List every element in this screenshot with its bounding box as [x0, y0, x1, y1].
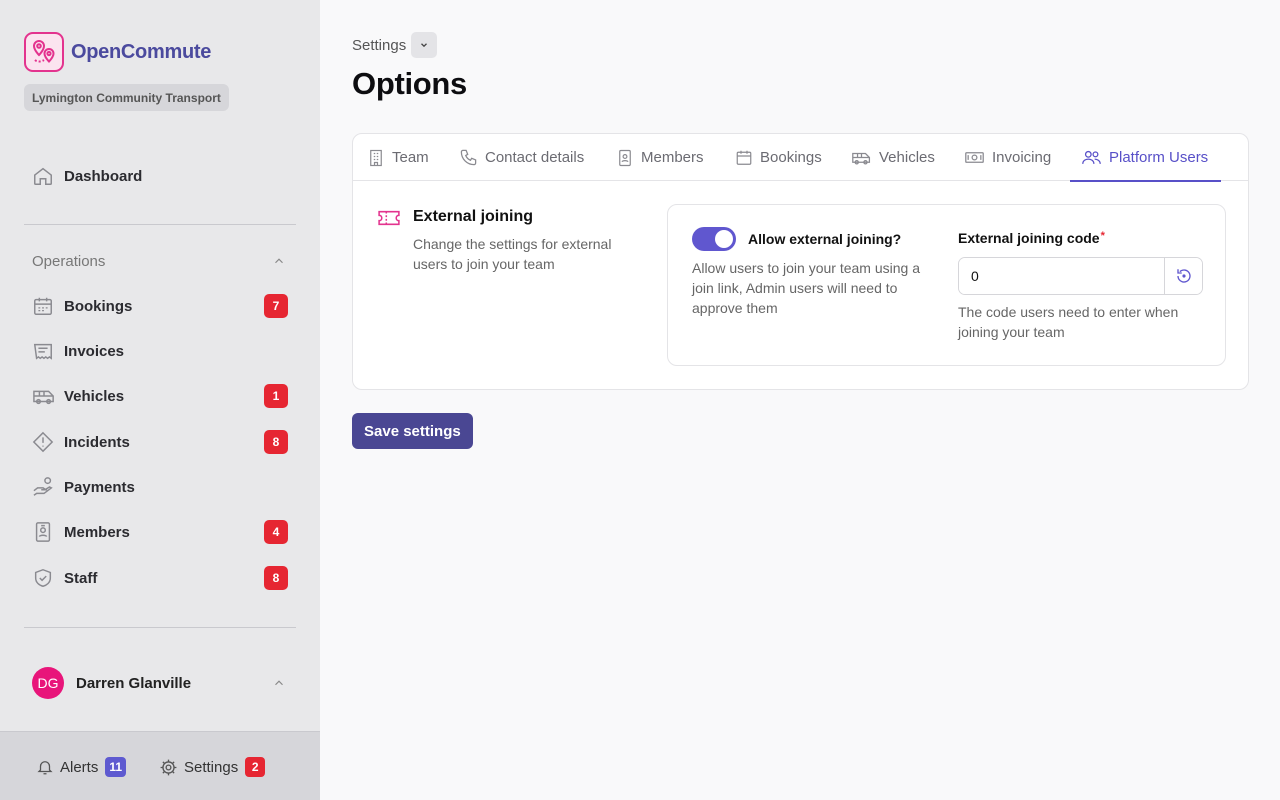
sidebar-divider: [24, 627, 296, 628]
tab-label: Contact details: [485, 149, 585, 166]
settings-card: Team Contact details Members Bookings Ve: [352, 133, 1249, 390]
sidebar-item-label: Invoices: [64, 342, 125, 360]
breadcrumb-dropdown[interactable]: [411, 32, 438, 58]
sidebar-item-vehicles[interactable]: Vehicles 1: [24, 378, 296, 414]
bell-icon: [36, 758, 54, 776]
count-badge: 8: [264, 430, 288, 454]
count-badge: 7: [264, 294, 288, 318]
sidebar-item-label: Incidents: [64, 433, 130, 451]
sidebar-item-invoices[interactable]: Invoices: [24, 333, 296, 369]
tab-bookings[interactable]: Bookings: [735, 134, 822, 181]
hand-coins-icon: [24, 476, 64, 498]
bus-icon: [851, 148, 872, 167]
receipt-icon: [24, 340, 64, 362]
warning-icon: [24, 431, 64, 453]
sidebar-item-label: Payments: [64, 478, 135, 496]
tab-team[interactable]: Team: [367, 134, 429, 181]
sidebar-item-bookings[interactable]: Bookings 7: [24, 288, 296, 324]
brand[interactable]: OpenCommute: [24, 32, 211, 72]
settings-tabs: Team Contact details Members Bookings Ve: [353, 134, 1248, 182]
code-label-text: External joining code: [958, 230, 1100, 246]
tab-vehicles[interactable]: Vehicles: [851, 134, 935, 181]
count-badge: 4: [264, 520, 288, 544]
tab-label: Platform Users: [1109, 149, 1209, 166]
save-settings-button[interactable]: Save settings: [352, 413, 473, 449]
tab-label: Members: [641, 149, 704, 166]
page-title: Options: [352, 66, 467, 101]
sidebar-item-members[interactable]: Members 4: [24, 514, 296, 550]
user-name: Darren Glanville: [76, 674, 192, 692]
banknote-icon: [964, 148, 985, 167]
tab-label: Invoicing: [992, 149, 1052, 166]
id-badge-icon: [24, 521, 64, 543]
sidebar: OpenCommute Lymington Community Transpor…: [0, 0, 320, 800]
toggle-label: Allow external joining?: [748, 231, 902, 247]
home-icon: [24, 165, 64, 187]
sidebar-item-dashboard[interactable]: Dashboard: [24, 158, 296, 194]
map-pin-icon: [24, 32, 64, 72]
code-help-text: The code users need to enter when joinin…: [958, 304, 1179, 340]
tab-platform-users[interactable]: Platform Users: [1070, 134, 1221, 182]
code-label: External joining code*: [958, 230, 1105, 246]
sidebar-footer: Alerts 11 Settings 2: [0, 731, 320, 800]
alerts-button[interactable]: Alerts 11: [36, 756, 127, 778]
tab-contact-details[interactable]: Contact details: [459, 134, 584, 181]
organisation-badge: Lymington Community Transport: [24, 84, 229, 111]
phone-icon: [459, 148, 478, 167]
sidebar-item-label: Vehicles: [64, 387, 125, 405]
ticket-icon: [377, 209, 401, 227]
chevron-down-icon: [421, 43, 428, 48]
tab-label: Team: [392, 149, 429, 166]
regenerate-code-button[interactable]: [1164, 258, 1202, 294]
sidebar-item-incidents[interactable]: Incidents 8: [24, 424, 296, 460]
count-badge: 8: [264, 566, 288, 590]
section-title: External joining: [413, 208, 534, 225]
tab-label: Bookings: [760, 149, 822, 166]
id-badge-icon: [616, 148, 634, 168]
avatar: DG: [32, 667, 64, 699]
chevron-up-icon: [272, 254, 286, 268]
toggle-description: Allow users to join your team using a jo…: [692, 260, 920, 316]
gear-icon: [159, 758, 178, 777]
breadcrumb-settings[interactable]: Settings: [352, 37, 406, 54]
sidebar-divider: [24, 224, 296, 225]
calendar-icon: [24, 295, 64, 317]
section-toggle-operations[interactable]: Operations: [24, 249, 296, 273]
count-badge: 1: [264, 384, 288, 408]
sidebar-item-label: Dashboard: [64, 167, 143, 185]
shield-check-icon: [24, 567, 64, 589]
tab-members[interactable]: Members: [616, 134, 704, 181]
section-description: Change the settings for external users t…: [413, 236, 612, 272]
settings-count-badge: 2: [245, 757, 266, 777]
alerts-label: Alerts: [60, 758, 99, 776]
alerts-count-badge: 11: [105, 757, 127, 777]
building-icon: [367, 148, 385, 168]
chevron-up-icon: [272, 676, 286, 690]
user-menu[interactable]: DG Darren Glanville: [24, 667, 296, 699]
sidebar-item-staff[interactable]: Staff 8: [24, 560, 296, 596]
tab-invoicing[interactable]: Invoicing: [964, 134, 1051, 181]
refresh-icon: [1176, 269, 1191, 283]
sidebar-item-payments[interactable]: Payments: [24, 469, 296, 505]
sidebar-item-label: Bookings: [64, 297, 133, 315]
joining-code-input[interactable]: [959, 258, 1164, 294]
external-joining-panel: Allow external joining? Allow users to j…: [667, 204, 1226, 366]
bus-icon: [24, 385, 64, 407]
code-field: [958, 257, 1203, 295]
calendar-icon: [735, 148, 753, 167]
brand-name: OpenCommute: [71, 40, 212, 63]
tab-label: Vehicles: [879, 149, 935, 166]
settings-button[interactable]: Settings 2: [159, 756, 266, 778]
allow-external-joining-toggle[interactable]: [692, 227, 736, 251]
sidebar-item-label: Staff: [64, 569, 98, 587]
settings-label: Settings: [184, 758, 239, 776]
section-label: Operations: [32, 252, 106, 270]
required-marker: *: [1100, 230, 1105, 242]
sidebar-item-label: Members: [64, 523, 130, 541]
users-icon: [1081, 148, 1102, 167]
breadcrumb: Settings: [352, 32, 438, 58]
